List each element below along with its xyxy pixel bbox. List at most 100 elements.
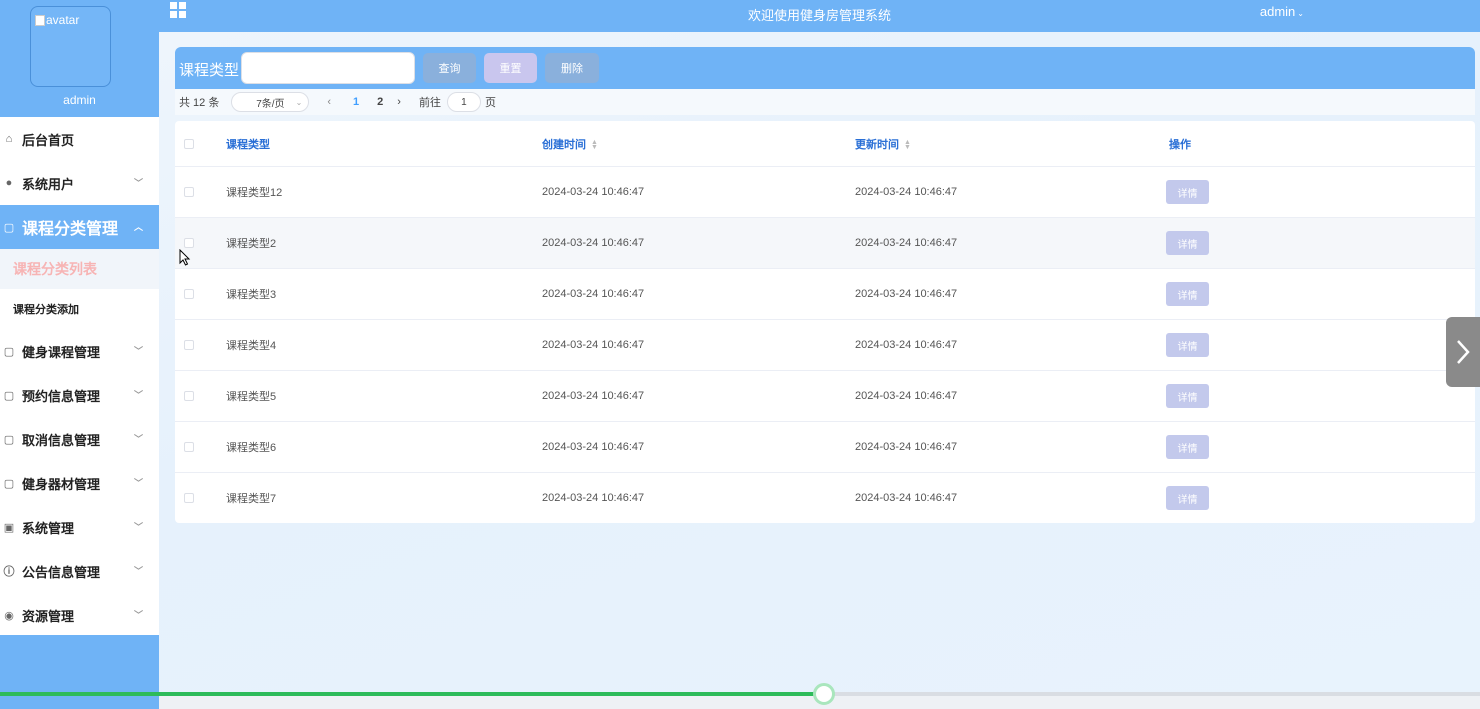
sidebar-item[interactable]: ⌂ 后台首页 [0, 117, 159, 161]
chevron-right-icon [1457, 340, 1470, 364]
sidebar-item-label: 预约信息管理 [22, 388, 101, 404]
row-checkbox[interactable] [184, 238, 194, 248]
search-input[interactable] [241, 52, 415, 84]
table-row[interactable]: 课程类型4 2024-03-24 10:46:47 2024-03-24 10:46… [175, 319, 1475, 370]
delete-button[interactable]: 删除 [545, 53, 599, 83]
created-time-cell: 2024-03-24 10:46:47 [542, 441, 645, 453]
goto-label: 前往 [418, 97, 441, 109]
updated-time-cell: 2024-03-24 10:46:47 [855, 186, 958, 198]
next-slide-button[interactable] [1446, 317, 1480, 387]
updated-time-cell: 2024-03-24 10:46:47 [855, 237, 958, 249]
course-type-cell: 课程类型5 [226, 391, 277, 403]
table-row[interactable]: 课程类型7 2024-03-24 10:46:47 2024-03-24 10:46… [175, 472, 1475, 523]
table-row[interactable]: 课程类型3 2024-03-24 10:46:47 2024-03-24 10:46… [175, 268, 1475, 319]
column-header-sortable[interactable]: 更新时间 ▲ ▼ [855, 136, 911, 152]
course-type-cell: 课程类型2 [226, 238, 277, 250]
doc-icon: ▢ [3, 345, 15, 358]
page-number[interactable]: 1 [353, 96, 359, 108]
table-row[interactable]: 课程类型5 2024-03-24 10:46:47 2024-03-24 10:46… [175, 370, 1475, 421]
detail-button[interactable]: 详情 [1166, 231, 1209, 255]
course-type-cell: 课程类型4 [226, 340, 277, 352]
sidebar-item[interactable]: ▢ 取消信息管理 ﹀ [0, 417, 159, 461]
column-header-sortable[interactable]: 创建时间 ▲ ▼ [542, 136, 598, 152]
sidebar-item[interactable]: ▢ 健身课程管理 ﹀ [0, 329, 159, 373]
sidebar-item[interactable]: ▢ 预约信息管理 ﹀ [0, 373, 159, 417]
sidebar-subitem[interactable]: 课程分类添加 [0, 289, 159, 329]
row-checkbox[interactable] [184, 340, 194, 350]
chevron-down-icon: ﹀ [133, 390, 143, 400]
chevron-down-icon: ﹀ [133, 566, 143, 576]
reset-button[interactable]: 重置 [484, 53, 537, 83]
sidebar-item[interactable]: ▢ 健身器材管理 ﹀ [0, 461, 159, 505]
avatar[interactable]: avatar [30, 6, 111, 87]
chevron-down-icon: ﹀ [133, 178, 143, 188]
sort-icon[interactable]: ▲ ▼ [904, 139, 911, 151]
home-icon: ⌂ [5, 133, 13, 145]
sidebar-item-label: 健身课程管理 [22, 344, 101, 360]
mouse-cursor-icon [179, 249, 191, 266]
detail-button[interactable]: 详情 [1166, 435, 1209, 459]
detail-button[interactable]: 详情 [1166, 486, 1209, 510]
table-row[interactable]: 课程类型2 2024-03-24 10:46:47 2024-03-24 10:46… [175, 217, 1475, 268]
detail-button[interactable]: 详情 [1166, 282, 1209, 306]
updated-time-cell: 2024-03-24 10:46:47 [855, 492, 958, 504]
page-number[interactable]: 2 [377, 96, 383, 108]
chevron-down-icon: ﹀ [133, 434, 143, 444]
chevron-down-icon: ﹀ [133, 478, 143, 488]
course-type-cell: 课程类型3 [226, 289, 277, 301]
data-table: 课程类型 创建时间 ▲ ▼ 更新时间 ▲ ▼ 操作 课程类型12 2024-03-24 1… [175, 121, 1475, 523]
table-row[interactable]: 课程类型12 2024-03-24 10:46:47 2024-03-24 10:4… [175, 166, 1475, 217]
created-time-cell: 2024-03-24 10:46:47 [542, 492, 645, 504]
sidebar-item[interactable]: ● 系统用户 ﹀ [0, 161, 159, 205]
row-checkbox[interactable] [184, 442, 194, 452]
menu-toggle-icon[interactable] [170, 2, 186, 18]
total-count: 共 12 条 [179, 97, 220, 109]
sidebar-item[interactable]: ▣ 系统管理 ﹀ [0, 505, 159, 549]
sidebar-item[interactable]: ⓘ 公告信息管理 ﹀ [0, 549, 159, 593]
sidebar-item-label: 系统管理 [22, 520, 75, 536]
goto-page-input[interactable]: 1 [446, 92, 481, 112]
chevron-down-icon: ﹀ [133, 346, 143, 356]
detail-button[interactable]: 详情 [1166, 384, 1209, 408]
next-page-button[interactable]: › [397, 96, 401, 108]
info-icon: ⓘ [3, 566, 15, 578]
detail-button[interactable]: 详情 [1166, 180, 1209, 204]
sidebar-item[interactable]: ◉ 资源管理 ﹀ [0, 593, 159, 637]
sidebar-item-label: 课程分类管理 [22, 221, 119, 238]
column-header: 课程类型 [226, 138, 270, 151]
chevron-down-icon: ⌄ [1297, 9, 1304, 18]
doc-icon: ▢ [3, 221, 15, 234]
row-checkbox[interactable] [184, 391, 194, 401]
row-checkbox[interactable] [184, 289, 194, 299]
sidebar-item-label: 公告信息管理 [22, 564, 101, 580]
sidebar-menu: ⌂ 后台首页 ● 系统用户 ﹀ ▢ 课程分类管理 ︿ 课程分类列表 课程分类添加 ▢ 健身课程管理 ﹀ ▢… [0, 117, 159, 637]
sidebar-item[interactable]: ▢ 课程分类管理 ︿ [0, 205, 159, 249]
course-type-cell: 课程类型7 [226, 493, 277, 505]
column-header: 操作 [1169, 138, 1191, 151]
sort-icon[interactable]: ▲ ▼ [591, 139, 598, 151]
updated-time-cell: 2024-03-24 10:46:47 [855, 339, 958, 351]
broken-image-icon [35, 14, 45, 26]
doc-icon: ▢ [3, 433, 15, 446]
doc-icon: ▢ [3, 477, 15, 490]
select-all-checkbox[interactable] [184, 138, 194, 149]
created-time-cell: 2024-03-24 10:46:47 [542, 288, 645, 300]
created-time-cell: 2024-03-24 10:46:47 [542, 186, 645, 198]
doc-icon: ▢ [3, 389, 15, 402]
prev-page-button[interactable]: ‹ [327, 96, 331, 108]
table-row[interactable]: 课程类型6 2024-03-24 10:46:47 2024-03-24 10:46… [175, 421, 1475, 472]
sidebar-subitem[interactable]: 课程分类列表 [0, 249, 159, 289]
updated-time-cell: 2024-03-24 10:46:47 [855, 390, 958, 402]
chevron-down-icon: ﹀ [133, 610, 143, 620]
query-button[interactable]: 查询 [423, 53, 476, 83]
row-checkbox[interactable] [184, 493, 194, 503]
sidebar-item-label: 资源管理 [22, 608, 75, 624]
detail-button[interactable]: 详情 [1166, 333, 1209, 357]
user-dropdown[interactable]: admin ⌄ [1260, 4, 1304, 19]
row-checkbox[interactable] [184, 187, 194, 197]
chevron-down-icon: ⌄ [295, 97, 303, 107]
pagination: 共 12 条 7条/页 ⌄ ‹ 1 2 › 前往 1 页 [175, 89, 1475, 115]
course-type-cell: 课程类型6 [226, 442, 277, 454]
page-suffix: 页 [484, 97, 496, 109]
page-size-select[interactable]: 7条/页 ⌄ [231, 92, 310, 112]
